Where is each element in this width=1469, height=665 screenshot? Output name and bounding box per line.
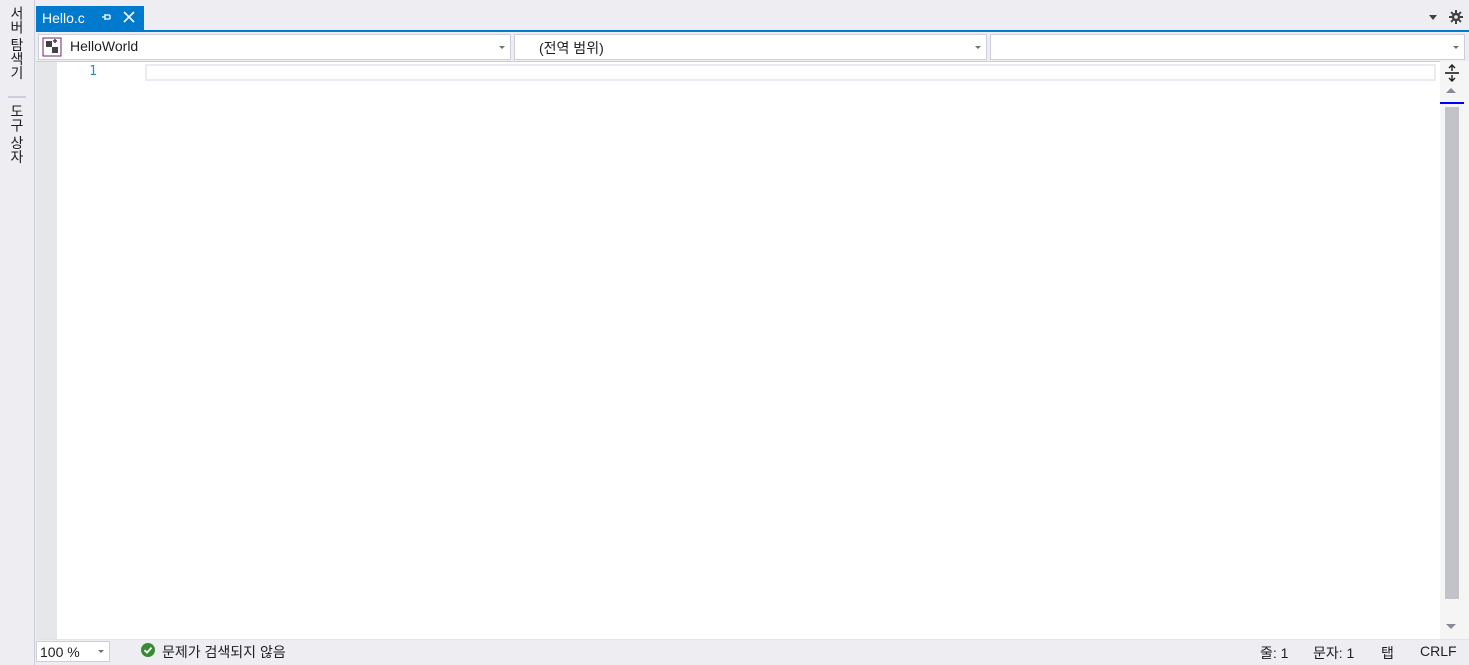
zoom-level: 100 % — [40, 644, 80, 660]
scroll-down-arrow-icon[interactable] — [1446, 624, 1456, 629]
gear-icon[interactable] — [1448, 9, 1464, 25]
column-indicator[interactable]: 문자: 1 — [1313, 643, 1354, 663]
chevron-down-icon — [499, 46, 505, 49]
member-dropdown[interactable] — [990, 34, 1465, 60]
navigation-bar: HelloWorld (전역 범위) — [36, 32, 1469, 61]
scope-dropdown-value: (전역 범위) — [539, 40, 604, 56]
close-icon[interactable] — [122, 10, 136, 24]
side-tab-divider — [8, 96, 26, 98]
issues-status[interactable]: 문제가 검색되지 않음 — [162, 642, 286, 662]
caret-position-marker — [1440, 102, 1464, 104]
code-editor[interactable]: 1 — [36, 61, 1440, 640]
current-line-highlight — [145, 64, 1436, 81]
toolbox-tab[interactable]: 도구 상자 — [7, 104, 27, 164]
side-tool-strip: 서버 탐색기 도구 상자 — [0, 0, 35, 665]
line-number: 1 — [89, 64, 97, 79]
check-circle-icon[interactable] — [140, 642, 156, 658]
scope-dropdown[interactable]: (전역 범위) — [514, 34, 987, 60]
pin-icon[interactable] — [99, 10, 113, 24]
chevron-down-icon — [975, 46, 981, 49]
editor-status-bar: 100 % 문제가 검색되지 않음 줄: 1 문자: 1 탭 CRLF — [36, 639, 1469, 665]
document-tab-title: Hello.c — [42, 10, 85, 26]
indent-mode-indicator[interactable]: 탭 — [1381, 643, 1394, 663]
scrollbar-thumb[interactable] — [1445, 107, 1459, 599]
line-indicator[interactable]: 줄: 1 — [1260, 643, 1288, 663]
project-dropdown-value: HelloWorld — [70, 38, 139, 54]
chevron-down-icon — [1453, 46, 1459, 49]
indicator-margin — [36, 62, 57, 640]
project-dropdown[interactable]: HelloWorld — [38, 34, 511, 60]
zoom-dropdown[interactable]: 100 % — [36, 641, 110, 662]
chevron-down-icon[interactable] — [1426, 10, 1440, 24]
line-ending-indicator[interactable]: CRLF — [1420, 643, 1457, 659]
chevron-down-icon — [98, 650, 104, 653]
document-tab-hello-c[interactable]: Hello.c — [36, 6, 144, 30]
split-editor-icon[interactable] — [1442, 64, 1462, 82]
project-icon — [42, 37, 62, 57]
server-explorer-tab[interactable]: 서버 탐색기 — [7, 6, 27, 80]
scroll-up-arrow-icon[interactable] — [1446, 88, 1456, 93]
